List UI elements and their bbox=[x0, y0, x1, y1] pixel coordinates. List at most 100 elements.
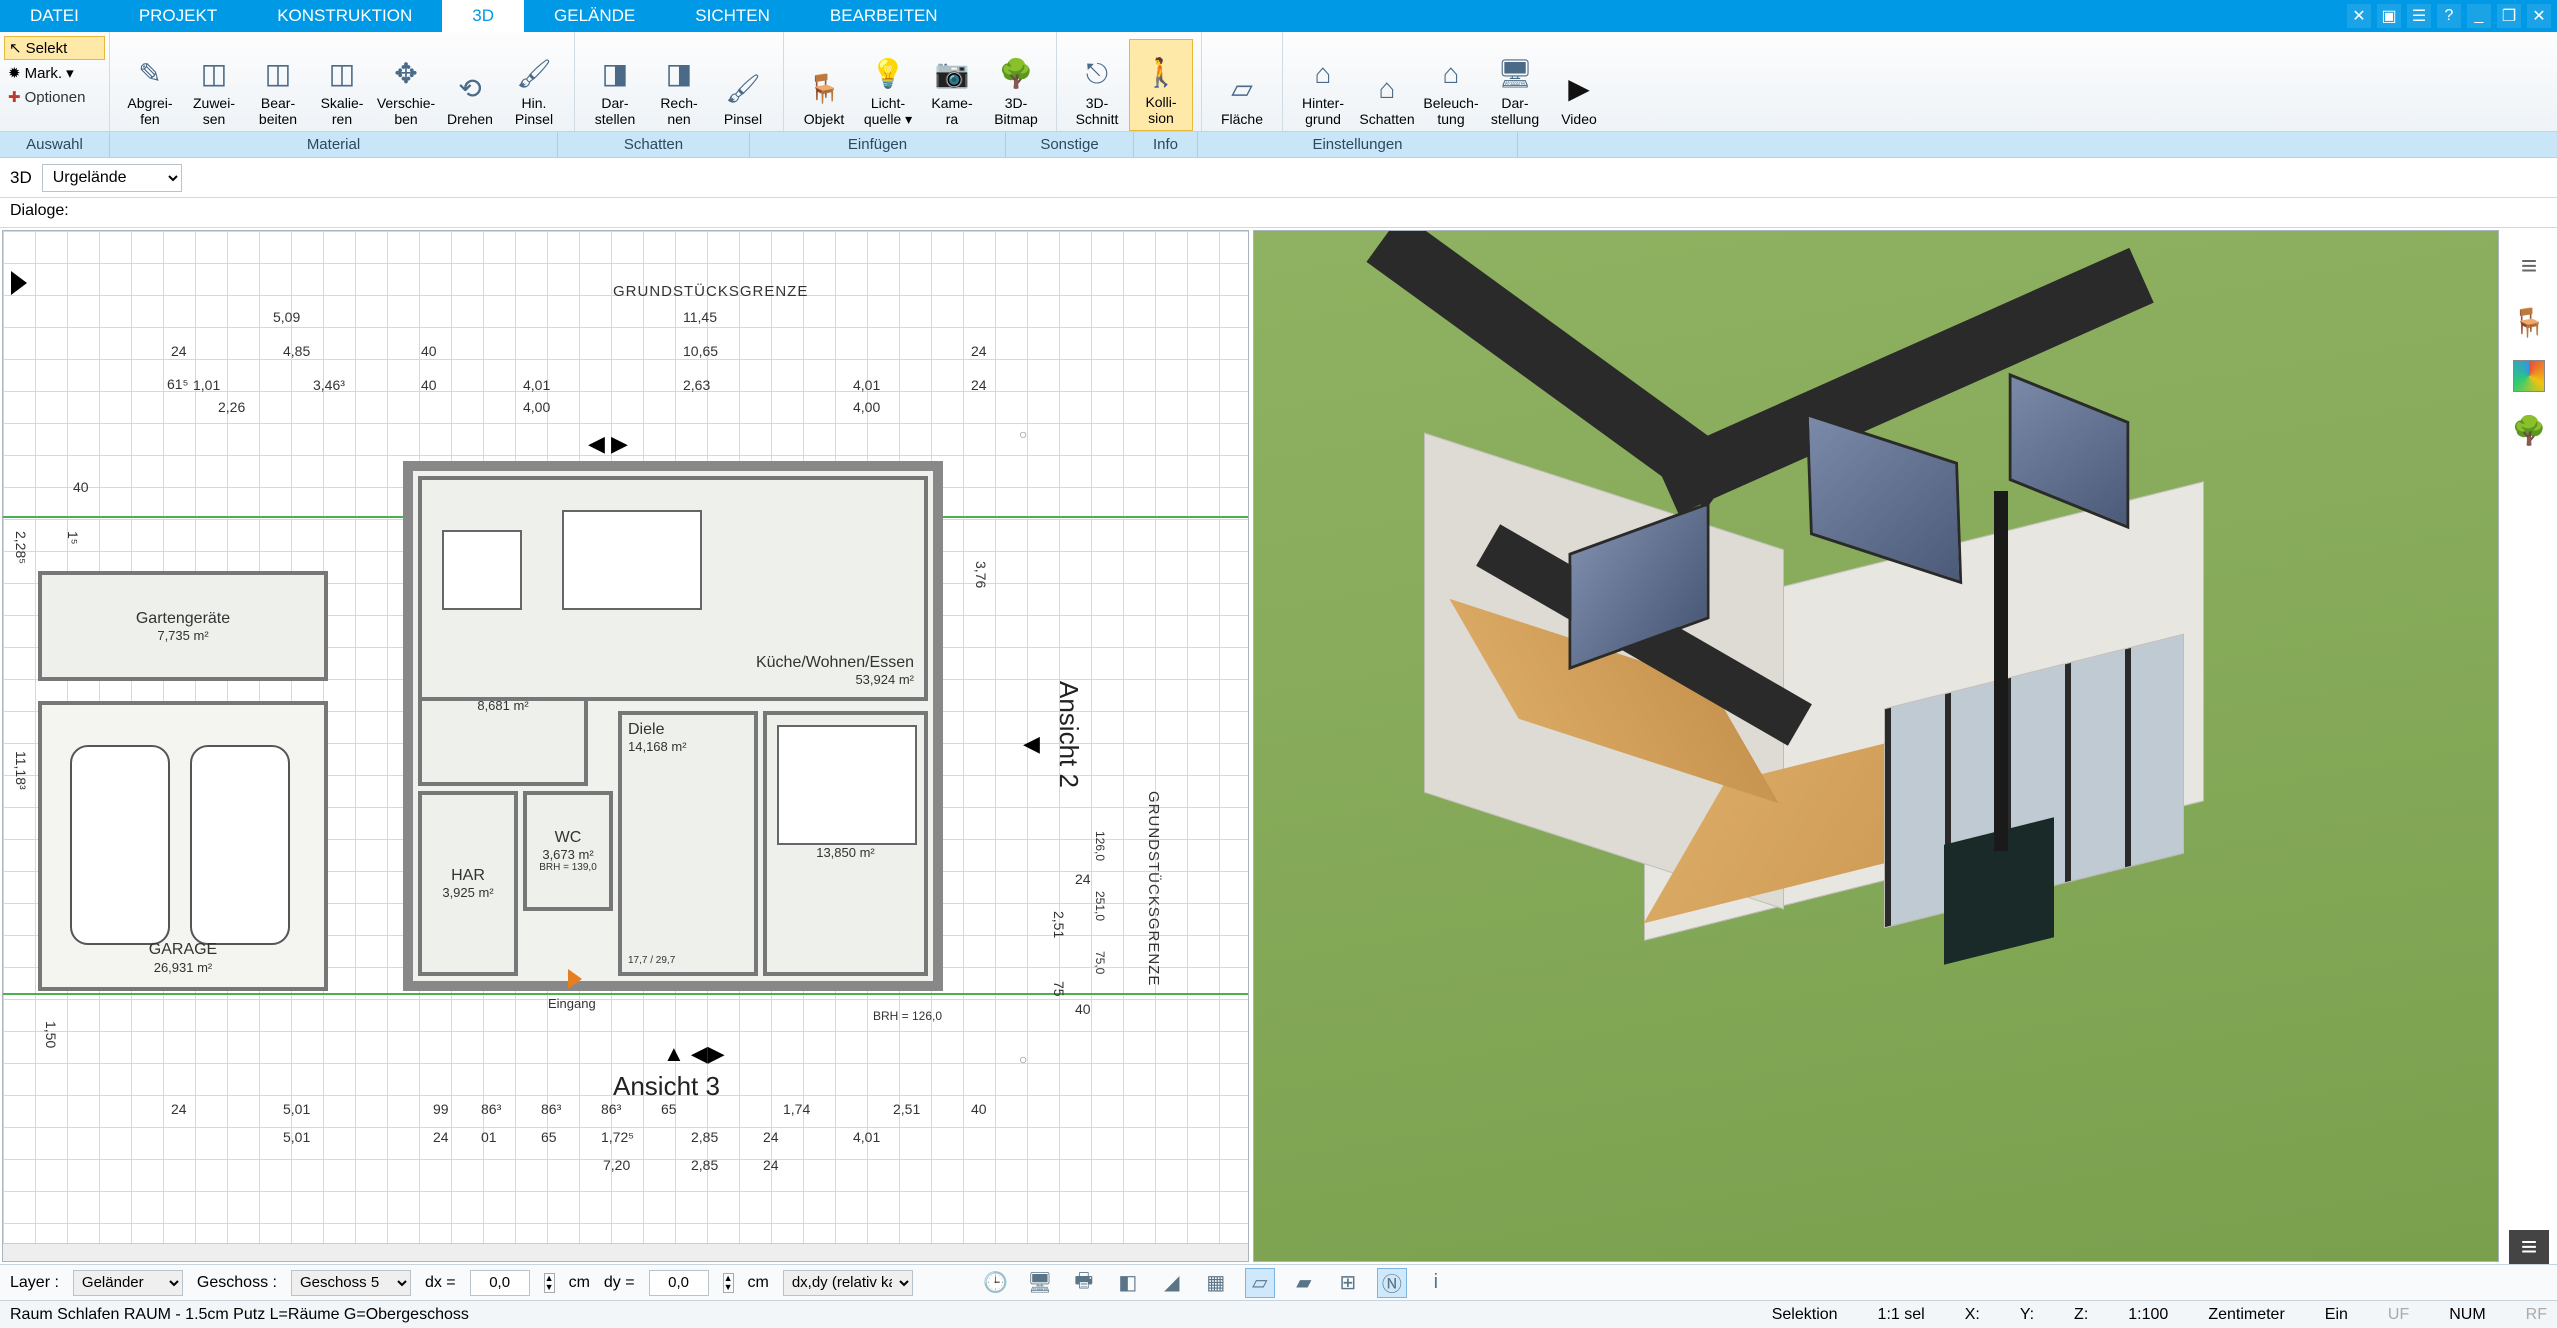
rechnen-button[interactable]: ◨Rech-nen bbox=[647, 39, 711, 131]
dim: 24 bbox=[171, 1101, 187, 1117]
restore-icon[interactable]: ❐ bbox=[2497, 4, 2521, 28]
print-icon[interactable]: 🖶 bbox=[1069, 1268, 1099, 1298]
tree-icon[interactable]: 🌳 bbox=[2511, 412, 2547, 448]
ribbon-group-info: ▱Fläche bbox=[1202, 32, 1283, 131]
verschieben-button[interactable]: ✥Verschie-ben bbox=[374, 39, 438, 131]
layer-label: Layer : bbox=[10, 1274, 59, 1292]
status-selektion: Selektion bbox=[1772, 1306, 1838, 1324]
tool-icon[interactable]: ☰ bbox=[2407, 4, 2431, 28]
floor-plan: GARAGE 26,931 m² Gartengeräte 7,735 m² H… bbox=[168, 461, 868, 991]
table-icon bbox=[562, 510, 702, 610]
hinpinsel-button[interactable]: 🖌Hin.Pinsel bbox=[502, 39, 566, 131]
zuweisen-button[interactable]: ◫Zuwei-sen bbox=[182, 39, 246, 131]
dim: 2,85 bbox=[691, 1129, 718, 1145]
optionen-button[interactable]: ✚ Optionen bbox=[4, 86, 105, 108]
select-button[interactable]: ↖ Selekt bbox=[4, 36, 105, 60]
dim: 126,0 bbox=[1093, 831, 1107, 861]
info-icon[interactable]: i bbox=[1421, 1268, 1451, 1298]
flaeche-button[interactable]: ▱Fläche bbox=[1210, 39, 1274, 131]
ribbon-group-schatten: ◨Dar-stellen ◨Rech-nen 🖌Pinsel bbox=[575, 32, 784, 131]
schatten-button[interactable]: ⌂Schatten bbox=[1355, 39, 1419, 131]
3dschnitt-button[interactable]: ⎋3D-Schnitt bbox=[1065, 39, 1129, 131]
room-garten: Gartengeräte 7,735 m² bbox=[38, 571, 328, 681]
menu-bar: DATEI PROJEKT KONSTRUKTION 3D GELÄNDE SI… bbox=[0, 0, 2557, 32]
mesh-icon[interactable]: ▦ bbox=[1201, 1268, 1231, 1298]
kitchen-icon bbox=[442, 530, 522, 610]
close-icon[interactable]: ✕ bbox=[2527, 4, 2551, 28]
bed-icon bbox=[777, 725, 917, 845]
plane-icon[interactable]: ▱ bbox=[1245, 1268, 1275, 1298]
status-rf: RF bbox=[2526, 1306, 2547, 1324]
skalieren-button[interactable]: ◫Skalie-ren bbox=[310, 39, 374, 131]
label-auswahl: Auswahl bbox=[0, 132, 110, 157]
minimize-icon[interactable]: _ bbox=[2467, 4, 2491, 28]
help-icon[interactable]: ? bbox=[2437, 4, 2461, 28]
dim: 2,51 bbox=[893, 1101, 920, 1117]
3dbitmap-button[interactable]: 🌳3D-Bitmap bbox=[984, 39, 1048, 131]
dim: 40 bbox=[1075, 1001, 1091, 1017]
car-icon bbox=[190, 745, 290, 945]
dim: 2,63 bbox=[683, 377, 710, 393]
dy-input[interactable] bbox=[649, 1270, 709, 1296]
dxdy-mode-select[interactable]: dx,dy (relativ ka bbox=[783, 1270, 913, 1296]
kollision-button[interactable]: 🚶Kolli-sion bbox=[1129, 39, 1193, 131]
mark-button[interactable]: ✹ Mark. ▾ bbox=[4, 62, 105, 84]
angle-icon[interactable]: ◢ bbox=[1157, 1268, 1187, 1298]
status-ein: Ein bbox=[2325, 1306, 2348, 1324]
menu-tab-sichten[interactable]: SICHTEN bbox=[665, 0, 800, 32]
layers-icon[interactable]: ≡ bbox=[2511, 248, 2547, 284]
hintergrund-button[interactable]: ⌂Hinter-grund bbox=[1291, 39, 1355, 131]
color-palette-icon[interactable] bbox=[2513, 360, 2545, 392]
bearbeiten-button[interactable]: ◫Bear-beiten bbox=[246, 39, 310, 131]
darstellen-button[interactable]: ◨Dar-stellen bbox=[583, 39, 647, 131]
fill-icon[interactable]: ▰ bbox=[1289, 1268, 1319, 1298]
menu-tab-konstruktion[interactable]: KONSTRUKTION bbox=[247, 0, 442, 32]
beleuchtung-button[interactable]: ⌂Beleuch-tung bbox=[1419, 39, 1483, 131]
workspace: GRUNDSTÜCKSGRENZE GRUNDSTÜCKSGRENZE 5,09… bbox=[0, 228, 2557, 1264]
tool-icon[interactable]: ✕ bbox=[2347, 4, 2371, 28]
menu-tab-3d[interactable]: 3D bbox=[442, 0, 524, 32]
label-schatten: Schatten bbox=[558, 132, 750, 157]
tool-icon[interactable]: ▣ bbox=[2377, 4, 2401, 28]
objekt-button[interactable]: 🪑Objekt bbox=[792, 39, 856, 131]
kamera-button[interactable]: 📷Kame-ra bbox=[920, 39, 984, 131]
dy-stepper[interactable]: ▲▼ bbox=[723, 1273, 734, 1293]
dialoge-bar: Dialoge: bbox=[0, 198, 2557, 228]
status-z: Z: bbox=[2074, 1306, 2088, 1324]
viewport-3d[interactable] bbox=[1253, 230, 2500, 1262]
north-icon[interactable]: Ⓝ bbox=[1377, 1268, 1407, 1298]
dim: 01 bbox=[481, 1129, 497, 1145]
darstellung-button[interactable]: 🖥Dar-stellung bbox=[1483, 39, 1547, 131]
cube-icon[interactable]: ◧ bbox=[1113, 1268, 1143, 1298]
unit-label: cm bbox=[569, 1274, 590, 1292]
layer-select[interactable]: Geländer bbox=[73, 1270, 183, 1296]
dim: 251,0 bbox=[1093, 891, 1107, 921]
expand-panel-icon[interactable] bbox=[11, 271, 27, 295]
scrollbar-horizontal[interactable] bbox=[3, 1243, 1248, 1261]
dx-input[interactable] bbox=[470, 1270, 530, 1296]
menu-tab-datei[interactable]: DATEI bbox=[0, 0, 109, 32]
grid-icon[interactable]: ⊞ bbox=[1333, 1268, 1363, 1298]
bottom-toolbar: Layer : Geländer Geschoss : Geschoss 5 d… bbox=[0, 1264, 2557, 1300]
lichtquelle-button[interactable]: 💡Licht-quelle ▾ bbox=[856, 39, 920, 131]
menu-tab-gelaende[interactable]: GELÄNDE bbox=[524, 0, 665, 32]
video-button[interactable]: ▶Video bbox=[1547, 39, 1611, 131]
dim: 4,01 bbox=[523, 377, 550, 393]
dim: 3,76 bbox=[973, 561, 989, 588]
terrain-select[interactable]: Urgelände bbox=[42, 164, 182, 192]
dim: 86³ bbox=[541, 1101, 561, 1117]
screen-icon[interactable]: 🖥 bbox=[1025, 1268, 1055, 1298]
geschoss-select[interactable]: Geschoss 5 bbox=[291, 1270, 411, 1296]
menu-tab-bearbeiten[interactable]: BEARBEITEN bbox=[800, 0, 968, 32]
drehen-button[interactable]: ⟲Drehen bbox=[438, 39, 502, 131]
viewport-2d[interactable]: GRUNDSTÜCKSGRENZE GRUNDSTÜCKSGRENZE 5,09… bbox=[2, 230, 1249, 1262]
collapse-panel-icon[interactable]: ≡ bbox=[2509, 1230, 2549, 1264]
menu-tab-projekt[interactable]: PROJEKT bbox=[109, 0, 247, 32]
clock-icon[interactable]: 🕒 bbox=[981, 1268, 1011, 1298]
abgreifen-button[interactable]: ✎Abgrei-fen bbox=[118, 39, 182, 131]
furniture-icon[interactable]: 🪑 bbox=[2511, 304, 2547, 340]
status-bar: Raum Schlafen RAUM - 1.5cm Putz L=Räume … bbox=[0, 1300, 2557, 1328]
status-scale: 1:100 bbox=[2128, 1306, 2168, 1324]
dx-stepper[interactable]: ▲▼ bbox=[544, 1273, 555, 1293]
pinsel-button[interactable]: 🖌Pinsel bbox=[711, 39, 775, 131]
